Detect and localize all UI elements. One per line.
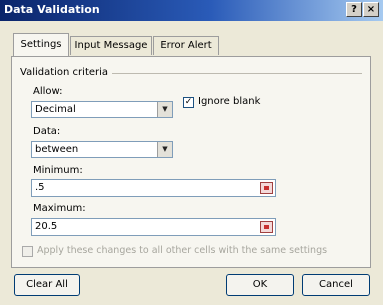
allow-label: Allow: xyxy=(33,86,63,97)
title-bar: Data Validation ? × xyxy=(0,0,383,21)
minimum-input[interactable]: .5 xyxy=(31,179,276,197)
window-title: Data Validation xyxy=(4,3,100,16)
range-selector-icon[interactable] xyxy=(260,221,273,233)
ignore-blank-checkbox[interactable]: ✓ xyxy=(183,97,194,108)
chevron-down-icon[interactable]: ▼ xyxy=(157,142,172,157)
ignore-blank-label: Ignore blank xyxy=(198,96,261,107)
cancel-button[interactable]: Cancel xyxy=(302,274,370,296)
minimum-value: .5 xyxy=(35,182,45,193)
close-button[interactable]: × xyxy=(363,2,379,17)
group-divider xyxy=(112,73,362,74)
chevron-down-icon[interactable]: ▼ xyxy=(157,102,172,117)
allow-value: Decimal xyxy=(35,104,76,115)
allow-combobox[interactable]: Decimal ▼ xyxy=(31,101,173,118)
tab-error-alert[interactable]: Error Alert xyxy=(153,36,219,55)
minimum-label: Minimum: xyxy=(33,165,83,176)
settings-panel xyxy=(11,56,371,268)
ok-button[interactable]: OK xyxy=(226,274,294,296)
maximum-label: Maximum: xyxy=(33,203,86,214)
tab-input-message[interactable]: Input Message xyxy=(70,36,152,55)
range-selector-icon[interactable] xyxy=(260,182,273,194)
clear-all-button[interactable]: Clear All xyxy=(14,274,80,296)
validation-criteria-label: Validation criteria xyxy=(20,67,109,78)
help-button[interactable]: ? xyxy=(346,2,362,17)
apply-all-label: Apply these changes to all other cells w… xyxy=(37,245,328,256)
maximum-value: 20.5 xyxy=(35,221,58,232)
data-validation-dialog: Data Validation ? × Settings Input Messa… xyxy=(0,0,383,305)
apply-all-checkbox[interactable] xyxy=(22,246,33,257)
data-label: Data: xyxy=(33,126,61,137)
maximum-input[interactable]: 20.5 xyxy=(31,218,276,236)
tab-settings[interactable]: Settings xyxy=(13,33,69,56)
data-combobox[interactable]: between ▼ xyxy=(31,141,173,158)
data-value: between xyxy=(35,144,79,155)
